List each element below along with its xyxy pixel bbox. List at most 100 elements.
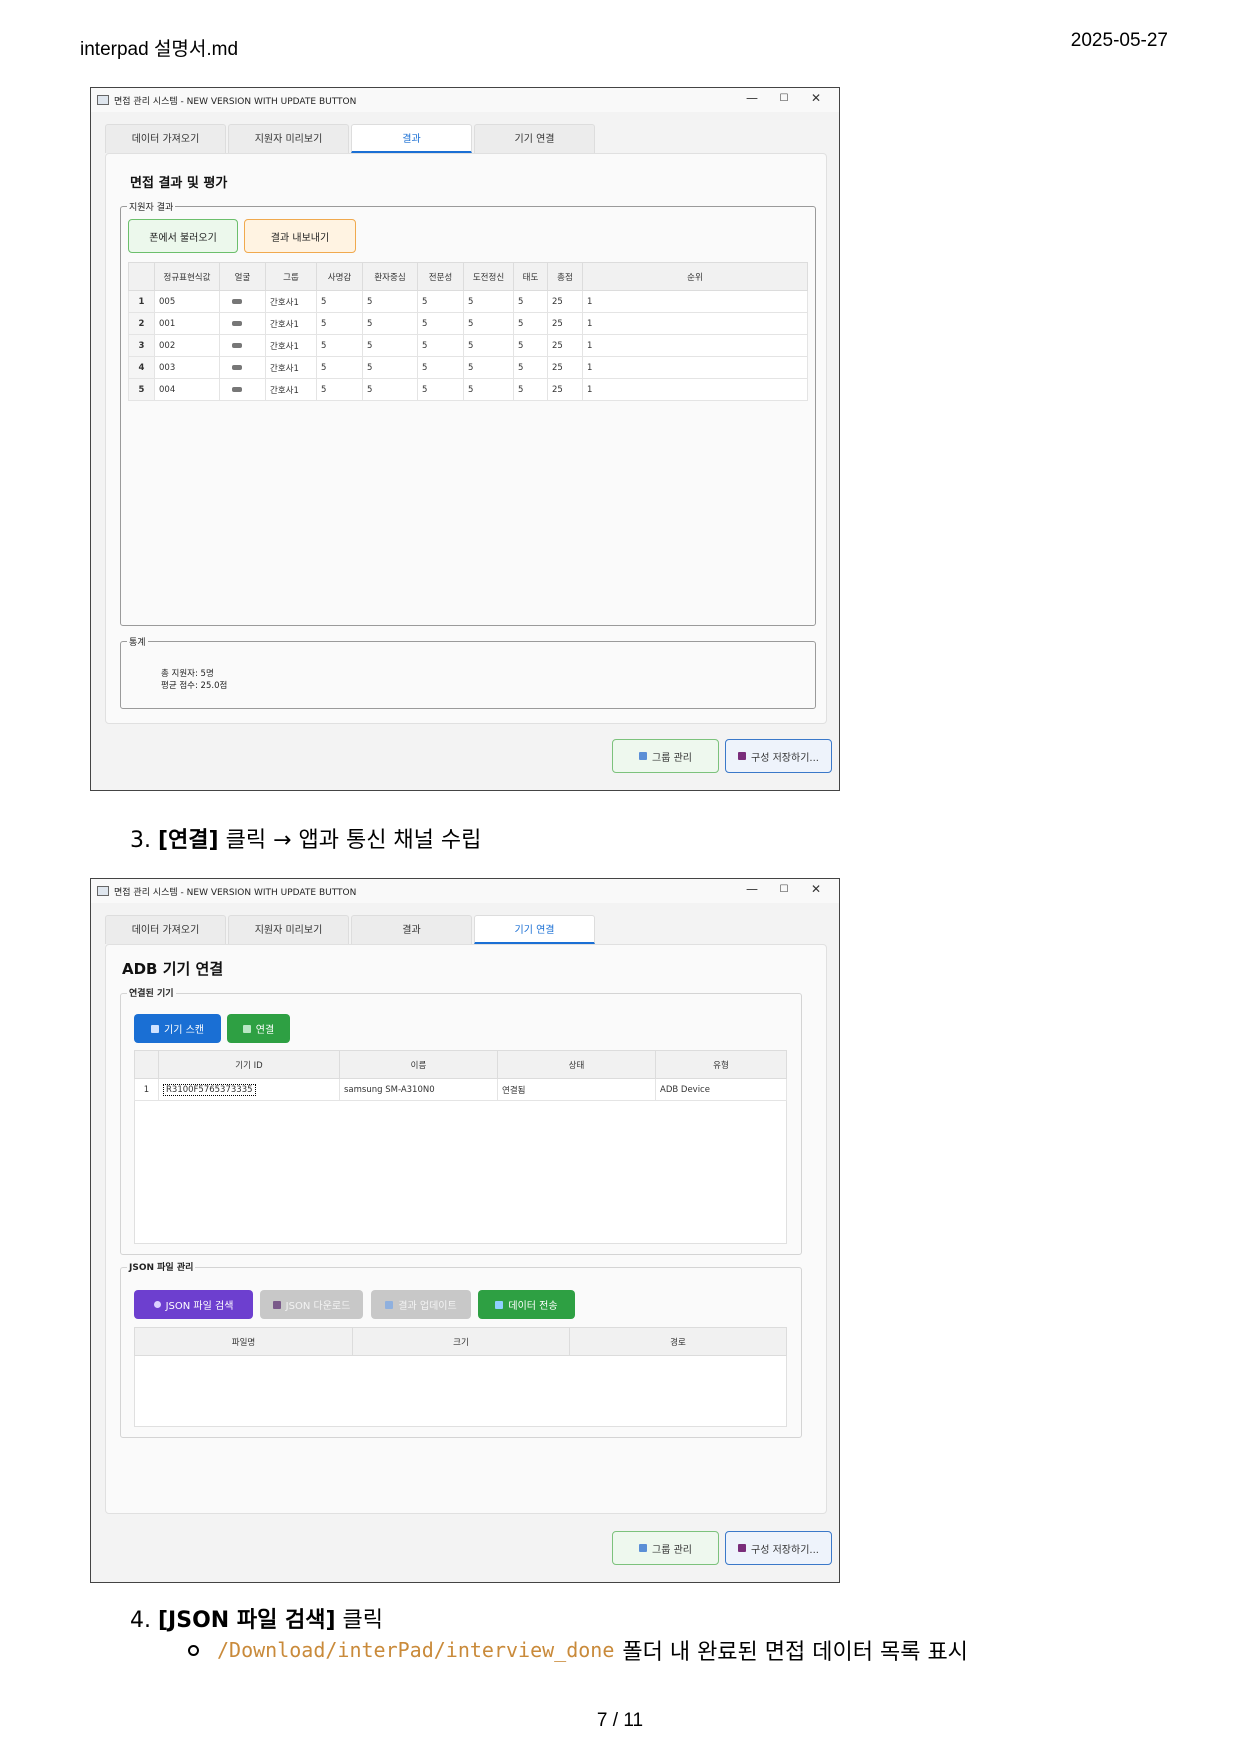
cell-score[interactable]: 5 (513, 312, 548, 335)
tab-device-connect[interactable]: 기기 연결 (474, 915, 595, 944)
json-file-search-button[interactable]: JSON 파일 검색 (134, 1290, 253, 1319)
column-header[interactable]: 환자중심 (362, 262, 418, 291)
group-manage-button[interactable]: 그룹 관리 (612, 1531, 719, 1565)
cell-score[interactable]: 5 (417, 334, 464, 357)
cell-score[interactable]: 5 (417, 378, 464, 401)
column-header[interactable]: 총점 (547, 262, 583, 291)
maximize-icon[interactable]: ☐ (769, 93, 799, 104)
cell-score[interactable]: 5 (513, 356, 548, 379)
cell-total[interactable]: 25 (547, 356, 583, 379)
column-header[interactable]: 상태 (497, 1050, 656, 1079)
table-row[interactable]: 2 001 간호사1 5 5 5 5 5 25 1 (128, 312, 808, 335)
column-header[interactable]: 그룹 (265, 262, 317, 291)
connect-button[interactable]: 연결 (227, 1014, 290, 1043)
close-icon[interactable]: ✕ (801, 882, 831, 896)
column-header[interactable]: 순위 (582, 262, 808, 291)
column-header[interactable]: 태도 (513, 262, 548, 291)
table-row[interactable]: 1 005 간호사1 5 5 5 5 5 25 1 (128, 290, 808, 313)
table-row[interactable]: 5 004 간호사1 5 5 5 5 5 25 1 (128, 378, 808, 401)
cell-score[interactable]: 5 (316, 356, 363, 379)
cell-score[interactable]: 5 (362, 378, 418, 401)
save-config-button[interactable]: 구성 저장하기... (725, 739, 832, 773)
cell-score[interactable]: 5 (417, 290, 464, 313)
group-manage-button[interactable]: 그룹 관리 (612, 739, 719, 773)
cell-rank[interactable]: 1 (582, 290, 808, 313)
cell-rank[interactable]: 1 (582, 312, 808, 335)
cell-id[interactable]: 002 (154, 334, 220, 357)
column-header[interactable]: 사명감 (316, 262, 363, 291)
cell-score[interactable]: 5 (463, 334, 514, 357)
send-data-button[interactable]: 데이터 전송 (478, 1290, 575, 1319)
cell-device-name[interactable]: samsung SM-A310N0 (339, 1078, 498, 1101)
tab-results[interactable]: 결과 (351, 124, 472, 153)
cell-id[interactable]: 004 (154, 378, 220, 401)
cell-id[interactable]: 003 (154, 356, 220, 379)
cell-score[interactable]: 5 (463, 290, 514, 313)
cell-rank[interactable]: 1 (582, 356, 808, 379)
result-update-button[interactable]: 결과 업데이트 (371, 1290, 471, 1319)
cell-score[interactable]: 5 (417, 312, 464, 335)
cell-score[interactable]: 5 (513, 378, 548, 401)
column-header[interactable]: 경로 (569, 1327, 787, 1356)
cell-score[interactable]: 5 (417, 356, 464, 379)
cell-rank[interactable]: 1 (582, 334, 808, 357)
minimize-icon[interactable]: — (737, 91, 767, 105)
cell-face[interactable] (219, 378, 266, 401)
cell-score[interactable]: 5 (316, 290, 363, 313)
column-header[interactable]: 얼굴 (219, 262, 266, 291)
tab-applicant-preview[interactable]: 지원자 미리보기 (228, 124, 349, 153)
cell-score[interactable]: 5 (316, 334, 363, 357)
column-header[interactable]: 정규표현식값 (154, 262, 220, 291)
cell-total[interactable]: 25 (547, 334, 583, 357)
column-header[interactable]: 파일명 (134, 1327, 353, 1356)
cell-score[interactable]: 5 (316, 312, 363, 335)
tab-data-import[interactable]: 데이터 가져오기 (105, 124, 226, 153)
cell-device-status[interactable]: 연결됨 (497, 1078, 656, 1101)
column-header[interactable]: 도전정신 (463, 262, 514, 291)
cell-group[interactable]: 간호사1 (265, 290, 317, 313)
minimize-icon[interactable]: — (737, 882, 767, 896)
save-config-button[interactable]: 구성 저장하기... (725, 1531, 832, 1565)
cell-group[interactable]: 간호사1 (265, 356, 317, 379)
cell-score[interactable]: 5 (362, 312, 418, 335)
column-header[interactable]: 전문성 (417, 262, 464, 291)
column-header[interactable]: 유형 (655, 1050, 787, 1079)
scan-device-button[interactable]: 기기 스캔 (134, 1014, 221, 1043)
cell-score[interactable]: 5 (463, 356, 514, 379)
maximize-icon[interactable]: ☐ (769, 884, 799, 895)
cell-group[interactable]: 간호사1 (265, 378, 317, 401)
cell-score[interactable]: 5 (362, 290, 418, 313)
cell-face[interactable] (219, 356, 266, 379)
tab-data-import[interactable]: 데이터 가져오기 (105, 915, 226, 944)
table-row[interactable]: 1 R3100F5765373335 samsung SM-A310N0 연결됨… (134, 1078, 787, 1101)
cell-group[interactable]: 간호사1 (265, 312, 317, 335)
cell-device-id[interactable]: R3100F5765373335 (158, 1078, 340, 1101)
column-header[interactable]: 크기 (352, 1327, 570, 1356)
json-download-button[interactable]: JSON 다운로드 (260, 1290, 363, 1319)
cell-total[interactable]: 25 (547, 378, 583, 401)
cell-score[interactable]: 5 (463, 378, 514, 401)
load-from-phone-button[interactable]: 폰에서 불러오기 (128, 219, 238, 253)
export-results-button[interactable]: 결과 내보내기 (244, 219, 356, 253)
cell-score[interactable]: 5 (463, 312, 514, 335)
tab-results[interactable]: 결과 (351, 915, 472, 944)
cell-score[interactable]: 5 (316, 378, 363, 401)
cell-face[interactable] (219, 334, 266, 357)
close-icon[interactable]: ✕ (801, 91, 831, 105)
cell-total[interactable]: 25 (547, 290, 583, 313)
cell-score[interactable]: 5 (513, 334, 548, 357)
cell-device-type[interactable]: ADB Device (655, 1078, 787, 1101)
cell-group[interactable]: 간호사1 (265, 334, 317, 357)
cell-id[interactable]: 001 (154, 312, 220, 335)
cell-rank[interactable]: 1 (582, 378, 808, 401)
cell-score[interactable]: 5 (513, 290, 548, 313)
cell-id[interactable]: 005 (154, 290, 220, 313)
tab-applicant-preview[interactable]: 지원자 미리보기 (228, 915, 349, 944)
cell-face[interactable] (219, 290, 266, 313)
column-header[interactable]: 이름 (339, 1050, 498, 1079)
table-row[interactable]: 4 003 간호사1 5 5 5 5 5 25 1 (128, 356, 808, 379)
table-row[interactable]: 3 002 간호사1 5 5 5 5 5 25 1 (128, 334, 808, 357)
cell-total[interactable]: 25 (547, 312, 583, 335)
cell-face[interactable] (219, 312, 266, 335)
cell-score[interactable]: 5 (362, 356, 418, 379)
